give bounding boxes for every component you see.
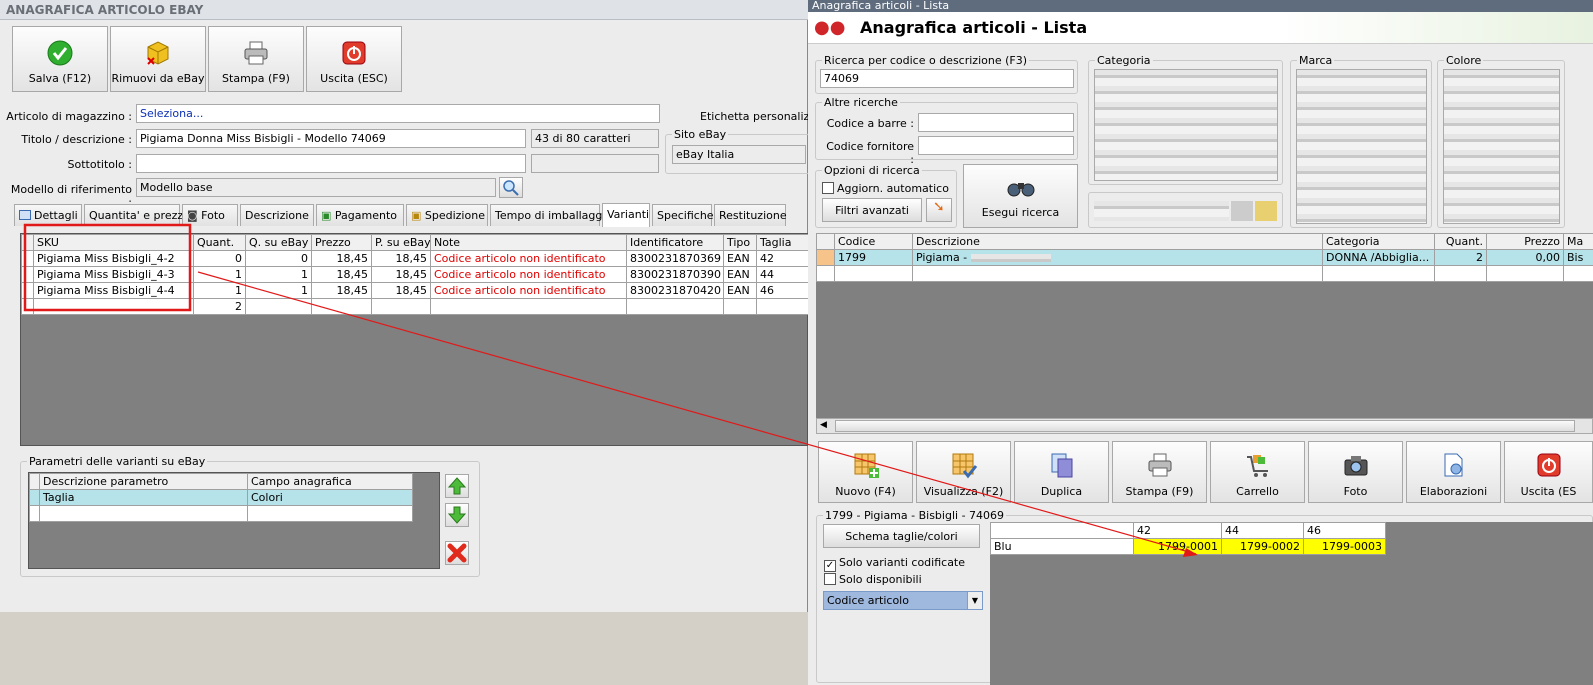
annotation-arrow-head [1183,548,1198,557]
annotation-overlay [23,223,1198,557]
annotation-arrow-line [197,271,1197,555]
sku-highlight-box [23,223,192,312]
